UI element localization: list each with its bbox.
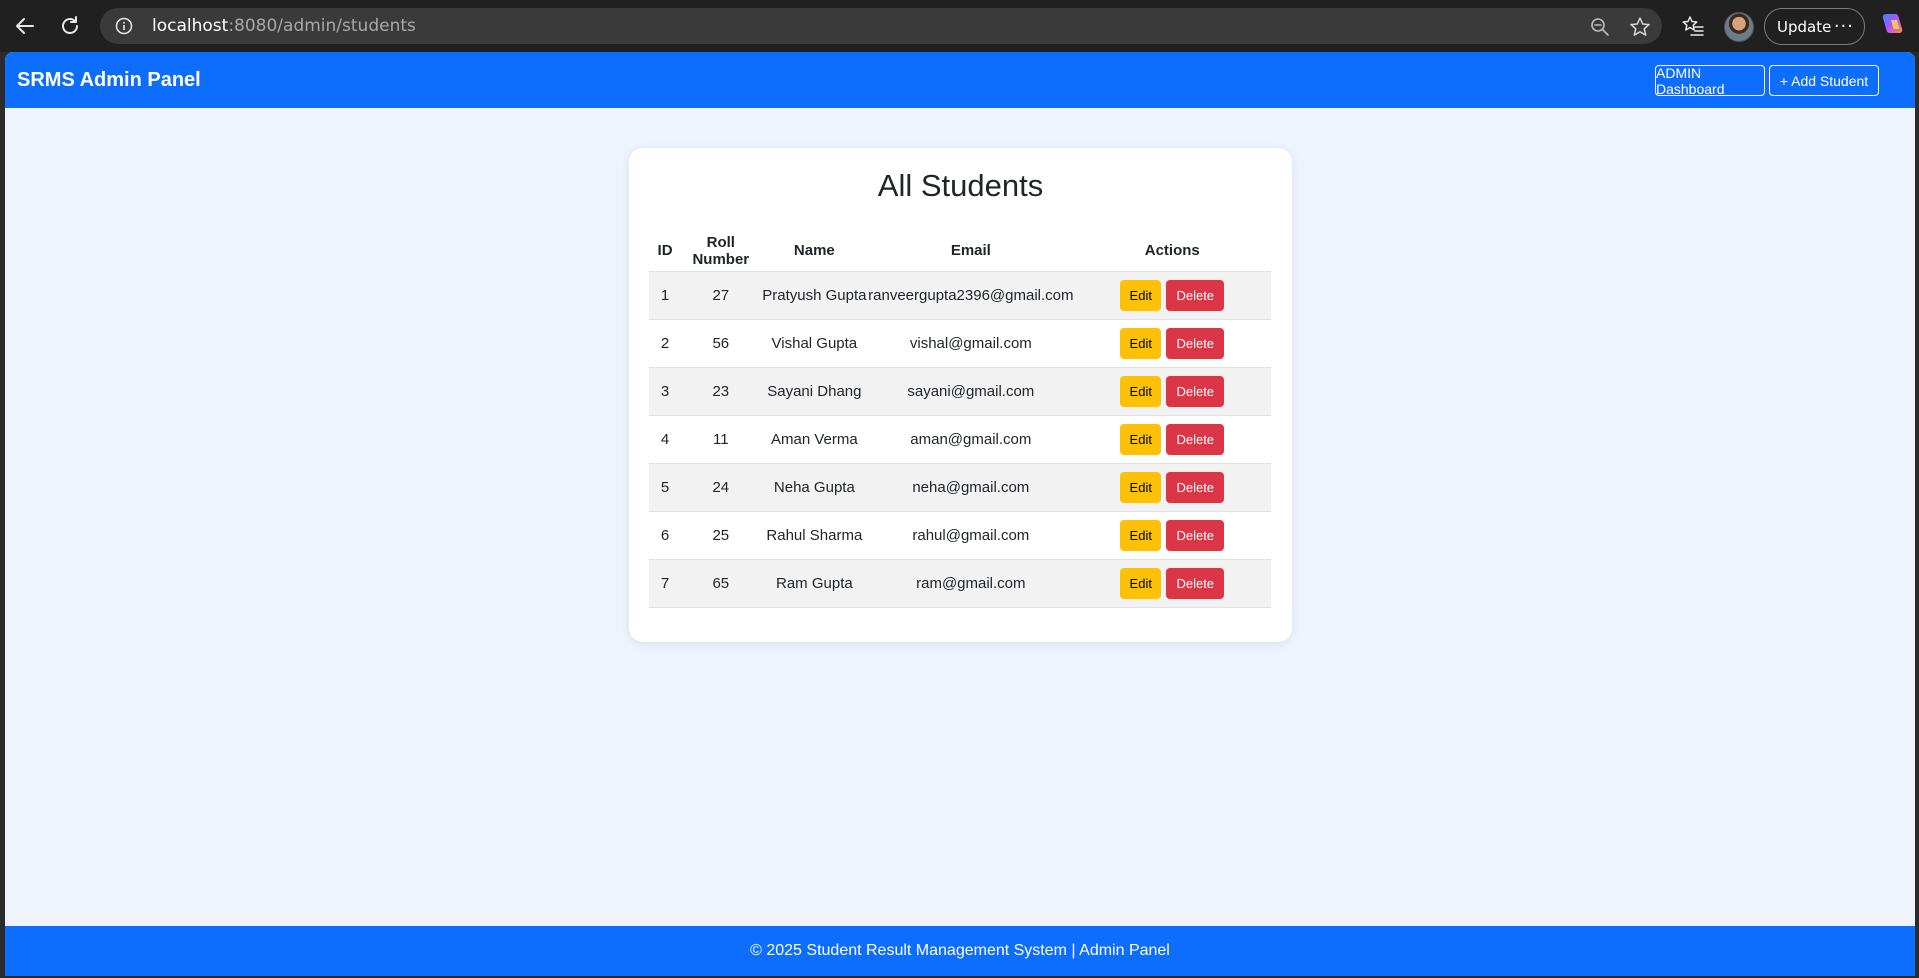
address-bar[interactable]: localhost:8080/admin/students <box>100 8 1662 44</box>
url-host: localhost <box>152 16 229 36</box>
cell-email: sayani@gmail.com <box>868 366 1074 415</box>
cell-name: Rahul Sharma <box>760 510 869 559</box>
zoom-out-icon[interactable] <box>1588 15 1612 39</box>
cell-roll: 27 <box>681 270 761 319</box>
header-actions: Actions <box>1144 242 1200 260</box>
cell-name: Aman Verma <box>760 414 869 463</box>
cell-id: 2 <box>649 318 682 367</box>
profile-avatar[interactable] <box>1724 12 1754 42</box>
page-title: All Students <box>877 168 1044 203</box>
delete-button[interactable]: Delete <box>1166 471 1225 503</box>
more-options-icon[interactable]: ··· <box>1834 16 1854 37</box>
cell-actions: Edit Delete <box>1073 270 1271 319</box>
cell-email: vishal@gmail.com <box>868 318 1074 367</box>
edit-button[interactable]: Edit <box>1120 471 1162 503</box>
table-row: 7 65 Ram Gupta ram@gmail.com Edit Delete <box>649 558 1271 608</box>
cell-actions: Edit Delete <box>1073 462 1271 511</box>
cell-actions: Edit Delete <box>1073 414 1271 463</box>
header-email: Email <box>950 242 991 260</box>
cell-roll: 56 <box>681 318 761 367</box>
header-id: ID <box>657 242 673 260</box>
delete-button[interactable]: Delete <box>1166 375 1225 407</box>
table-row: 3 23 Sayani Dhang sayani@gmail.com Edit D… <box>649 366 1271 415</box>
back-button[interactable] <box>7 8 43 44</box>
cell-email: ranveergupta2396@gmail.com <box>868 270 1074 319</box>
browser-toolbar: localhost:8080/admin/students Update ··· <box>0 0 1919 52</box>
cell-id: 5 <box>649 462 682 511</box>
delete-button[interactable]: Delete <box>1166 567 1225 599</box>
edit-button[interactable]: Edit <box>1120 327 1162 359</box>
table-row: 6 25 Rahul Sharma rahul@gmail.com Edit De… <box>649 510 1271 559</box>
table-row: 2 56 Vishal Gupta vishal@gmail.com Edit D… <box>649 318 1271 367</box>
delete-button[interactable]: Delete <box>1166 423 1225 455</box>
cell-actions: Edit Delete <box>1073 366 1271 415</box>
cell-name: Pratyush Gupta <box>760 270 869 319</box>
cell-actions: Edit Delete <box>1073 510 1271 559</box>
cell-id: 7 <box>649 558 682 608</box>
edit-button[interactable]: Edit <box>1120 519 1162 551</box>
update-button[interactable]: Update ··· <box>1764 8 1865 45</box>
admin-dashboard-button[interactable]: ADMIN Dashboard <box>1655 65 1765 97</box>
favorite-star-icon[interactable] <box>1628 15 1652 39</box>
edit-button[interactable]: Edit <box>1120 375 1162 407</box>
cell-email: ram@gmail.com <box>868 558 1074 608</box>
students-table: ID Roll Number Name Email Actions 1 27 P… <box>649 231 1271 608</box>
cell-roll: 65 <box>681 558 761 608</box>
footer-text: © 2025 Student Result Management System … <box>750 942 1170 959</box>
reload-button[interactable] <box>52 8 88 44</box>
update-label: Update <box>1777 17 1832 36</box>
cell-name: Vishal Gupta <box>760 318 869 367</box>
top-navbar: SRMS Admin Panel ADMIN Dashboard + Add S… <box>5 52 1915 108</box>
delete-button[interactable]: Delete <box>1166 279 1225 311</box>
edit-button[interactable]: Edit <box>1120 279 1162 311</box>
cell-roll: 24 <box>681 462 761 511</box>
cell-actions: Edit Delete <box>1073 558 1271 608</box>
cell-roll: 11 <box>681 414 761 463</box>
cell-name: Sayani Dhang <box>760 366 869 415</box>
page-footer: © 2025 Student Result Management System … <box>5 926 1915 976</box>
copilot-icon[interactable] <box>1878 11 1906 39</box>
header-roll-number: Roll Number <box>692 233 750 268</box>
cell-email: rahul@gmail.com <box>868 510 1074 559</box>
header-name: Name <box>793 242 835 260</box>
cell-name: Ram Gupta <box>760 558 869 608</box>
cell-id: 4 <box>649 414 682 463</box>
cell-roll: 25 <box>681 510 761 559</box>
table-header-row: ID Roll Number Name Email Actions <box>649 231 1271 271</box>
favorites-list-icon[interactable] <box>1678 11 1708 41</box>
url-path: :8080/admin/students <box>228 16 416 36</box>
students-card: All Students ID Roll Number Name Email A… <box>629 148 1292 642</box>
cell-email: aman@gmail.com <box>868 414 1074 463</box>
site-info-icon[interactable] <box>114 16 134 36</box>
delete-button[interactable]: Delete <box>1166 327 1225 359</box>
cell-id: 1 <box>649 270 682 319</box>
url-text[interactable]: localhost:8080/admin/students <box>152 16 416 36</box>
table-row: 4 11 Aman Verma aman@gmail.com Edit Delet… <box>649 414 1271 463</box>
brand-title[interactable]: SRMS Admin Panel <box>17 69 201 92</box>
app-viewport: SRMS Admin Panel ADMIN Dashboard + Add S… <box>5 52 1915 976</box>
edit-button[interactable]: Edit <box>1120 423 1162 455</box>
cell-roll: 23 <box>681 366 761 415</box>
cell-actions: Edit Delete <box>1073 318 1271 367</box>
edit-button[interactable]: Edit <box>1120 567 1162 599</box>
table-row: 5 24 Neha Gupta neha@gmail.com Edit Delet… <box>649 462 1271 511</box>
reload-icon <box>62 16 78 34</box>
delete-button[interactable]: Delete <box>1166 519 1225 551</box>
back-arrow-icon <box>16 18 34 34</box>
cell-id: 6 <box>649 510 682 559</box>
table-row: 1 27 Pratyush Gupta ranveergupta2396@gma… <box>649 270 1271 319</box>
cell-email: neha@gmail.com <box>868 462 1074 511</box>
add-student-button[interactable]: + Add Student <box>1769 65 1879 96</box>
cell-name: Neha Gupta <box>760 462 869 511</box>
cell-id: 3 <box>649 366 682 415</box>
